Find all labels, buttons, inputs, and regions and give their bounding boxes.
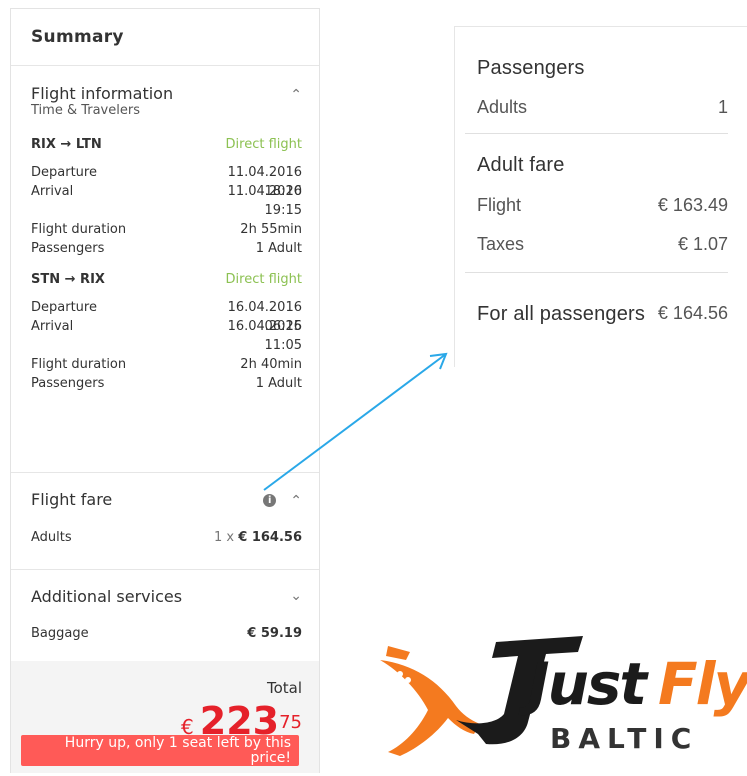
leg-type: Direct flight (225, 272, 302, 287)
duration-label: Flight duration (31, 222, 127, 237)
chevron-down-icon[interactable]: ⌄ (290, 587, 302, 605)
flight-leg: RIX → LTN Direct flight Departure 11.04.… (31, 135, 302, 258)
flight-info-subtitle: Time & Travelers (31, 103, 140, 118)
passengers-label: Passengers (31, 241, 105, 256)
baggage-row: Baggage € 59.19 (31, 624, 302, 643)
leg-route-row: RIX → LTN Direct flight (31, 135, 302, 154)
leg-route: STN → RIX (31, 272, 105, 287)
summary-panel: Summary Flight information Time & Travel… (10, 8, 320, 773)
flight-fare-header[interactable]: Flight fare i ⌃ (31, 490, 302, 510)
fare-adults-label: Adults (31, 530, 72, 545)
duration-row: Flight duration 2h 40min (31, 355, 302, 374)
total-label: Total (266, 679, 302, 697)
zoom-adult-fare: Adult fare Flight € 163.49 Taxes € 1.07 (455, 134, 747, 255)
duration-value: 2h 40min (240, 357, 302, 372)
zoom-taxes-label: Taxes (477, 234, 525, 254)
zoom-taxes-row: Taxes € 1.07 (477, 234, 728, 255)
arrival-date: 11.04.2016 (227, 184, 302, 199)
additional-header[interactable]: Additional services ⌄ (31, 587, 302, 606)
passengers-value: 1 Adult (255, 376, 302, 391)
zoom-taxes-value: € 1.07 (677, 234, 728, 254)
baggage-label: Baggage (31, 626, 89, 641)
zoom-adults-count: 1 (717, 97, 728, 117)
arrival-value: 16.04.2016 11:05 (228, 317, 302, 355)
zoom-adults-label: Adults (477, 97, 528, 117)
flight-fare-section: Flight fare i ⌃ Adults 1 x € 164.56 (11, 473, 319, 570)
duration-label: Flight duration (31, 357, 127, 372)
zoom-adult-fare-title: Adult fare (477, 154, 565, 176)
logo-just: Just (528, 650, 647, 718)
flight-info-section: Flight information Time & Travelers ⌃ RI… (11, 66, 319, 473)
duration-value: 2h 55min (240, 222, 302, 237)
flight-leg: STN → RIX Direct flight Departure 16.04.… (31, 270, 302, 393)
fare-detail-zoom: Passengers Adults 1 Adult fare Flight € … (454, 26, 747, 367)
arrival-time: 11:05 (264, 338, 302, 353)
summary-title: Summary (11, 9, 319, 66)
passengers-label: Passengers (31, 376, 105, 391)
leg-route-row: STN → RIX Direct flight (31, 270, 302, 289)
justfly-logo: Just Fly BALTIC (378, 630, 747, 772)
baggage-value: € 59.19 (247, 626, 302, 641)
chevron-up-icon[interactable]: ⌃ (290, 86, 302, 104)
arrival-date: 16.04.2016 (227, 319, 302, 334)
zoom-all-row: For all passengers € 164.56 (477, 303, 728, 326)
zoom-all-label: For all passengers (477, 303, 646, 325)
zoom-passengers-title: Passengers (477, 57, 585, 79)
flight-fare-title: Flight fare (31, 490, 113, 509)
leg-type: Direct flight (225, 137, 302, 152)
flight-info-title: Flight information (31, 84, 174, 103)
total-cents: 75 (279, 712, 302, 733)
logo-baltic: BALTIC (550, 722, 699, 755)
zoom-all-value: € 164.56 (657, 303, 728, 323)
fare-adults-qty: 1 x (214, 530, 235, 545)
passengers-row: Passengers 1 Adult (31, 374, 302, 393)
additional-section: Additional services ⌄ Baggage € 59.19 (11, 570, 319, 666)
passengers-row: Passengers 1 Adult (31, 239, 302, 258)
departure-date: 16.04.2016 (227, 300, 302, 315)
arrival-row: Arrival 11.04.2016 19:15 (31, 182, 302, 220)
flight-fare-icons: i ⌃ (263, 490, 302, 510)
zoom-flight-label: Flight (477, 195, 522, 215)
passengers-value: 1 Adult (255, 241, 302, 256)
additional-title: Additional services (31, 587, 183, 606)
arrival-row: Arrival 16.04.2016 11:05 (31, 317, 302, 355)
duration-row: Flight duration 2h 55min (31, 220, 302, 239)
zoom-flight-row: Flight € 163.49 (477, 195, 728, 216)
departure-date: 11.04.2016 (227, 165, 302, 180)
chevron-up-icon[interactable]: ⌃ (290, 493, 302, 509)
arrival-label: Arrival (31, 319, 74, 334)
hurry-badge: Hurry up, only 1 seat left by this price… (21, 735, 299, 766)
zoom-passengers: Passengers Adults 1 (455, 27, 747, 118)
zoom-adults-row: Adults 1 (477, 97, 728, 118)
fare-adults-value: € 164.56 (238, 530, 302, 545)
info-icon[interactable]: i (263, 494, 277, 507)
zoom-flight-value: € 163.49 (657, 195, 728, 215)
arrival-time: 19:15 (264, 203, 302, 218)
logo-fly: Fly (658, 650, 747, 718)
zoom-total: For all passengers € 164.56 (455, 273, 747, 326)
fare-adults-row: Adults 1 x € 164.56 (31, 528, 302, 547)
fare-adults-value-wrap: 1 x € 164.56 (214, 528, 302, 547)
leg-route: RIX → LTN (31, 137, 102, 152)
arrival-value: 11.04.2016 19:15 (228, 182, 302, 220)
arrival-label: Arrival (31, 184, 74, 199)
flight-info-header[interactable]: Flight information Time & Travelers ⌃ (31, 84, 302, 118)
